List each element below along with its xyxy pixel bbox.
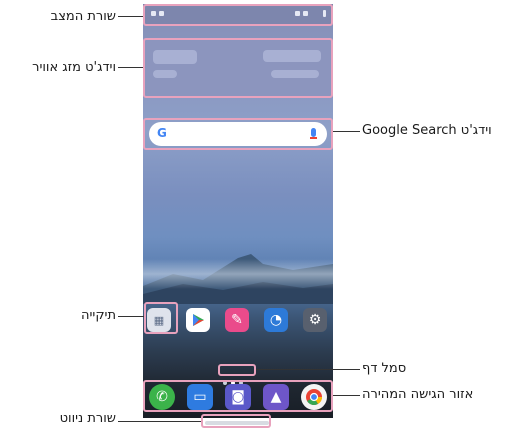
weather-widget-leader bbox=[118, 67, 143, 68]
quick-access-highlight bbox=[143, 380, 333, 412]
pen-icon[interactable]: ✎ bbox=[225, 308, 249, 332]
folder-leader bbox=[118, 316, 144, 317]
weather-widget-highlight bbox=[143, 38, 333, 98]
play-store-icon[interactable] bbox=[186, 308, 210, 332]
google-search-highlight bbox=[143, 118, 333, 150]
folder-label: תיקייה bbox=[81, 308, 116, 323]
google-search-widget-label: וידג'ט Google Search bbox=[362, 123, 492, 138]
nav-bar-label: שורת ניווט bbox=[59, 411, 116, 426]
clock-icon[interactable]: ◔ bbox=[264, 308, 288, 332]
status-bar-leader bbox=[118, 16, 143, 17]
nav-bar-highlight bbox=[201, 414, 271, 428]
quick-access-leader bbox=[333, 395, 360, 396]
page-icon-label: סמל דף bbox=[362, 361, 407, 376]
google-search-leader bbox=[333, 131, 360, 132]
status-bar-highlight bbox=[143, 4, 333, 26]
page-icon-leader bbox=[256, 369, 360, 370]
page-icon-highlight bbox=[218, 364, 256, 376]
weather-widget-label: וידג'ט מזג אוויר bbox=[32, 60, 116, 75]
settings-icon[interactable]: ⚙ bbox=[303, 308, 327, 332]
wallpaper-fog bbox=[143, 259, 333, 289]
nav-bar-leader bbox=[118, 421, 201, 422]
folder-highlight bbox=[144, 302, 178, 334]
status-bar-label: שורת המצב bbox=[50, 9, 116, 24]
quick-access-label: אזור הגישה המהירה bbox=[362, 387, 474, 402]
